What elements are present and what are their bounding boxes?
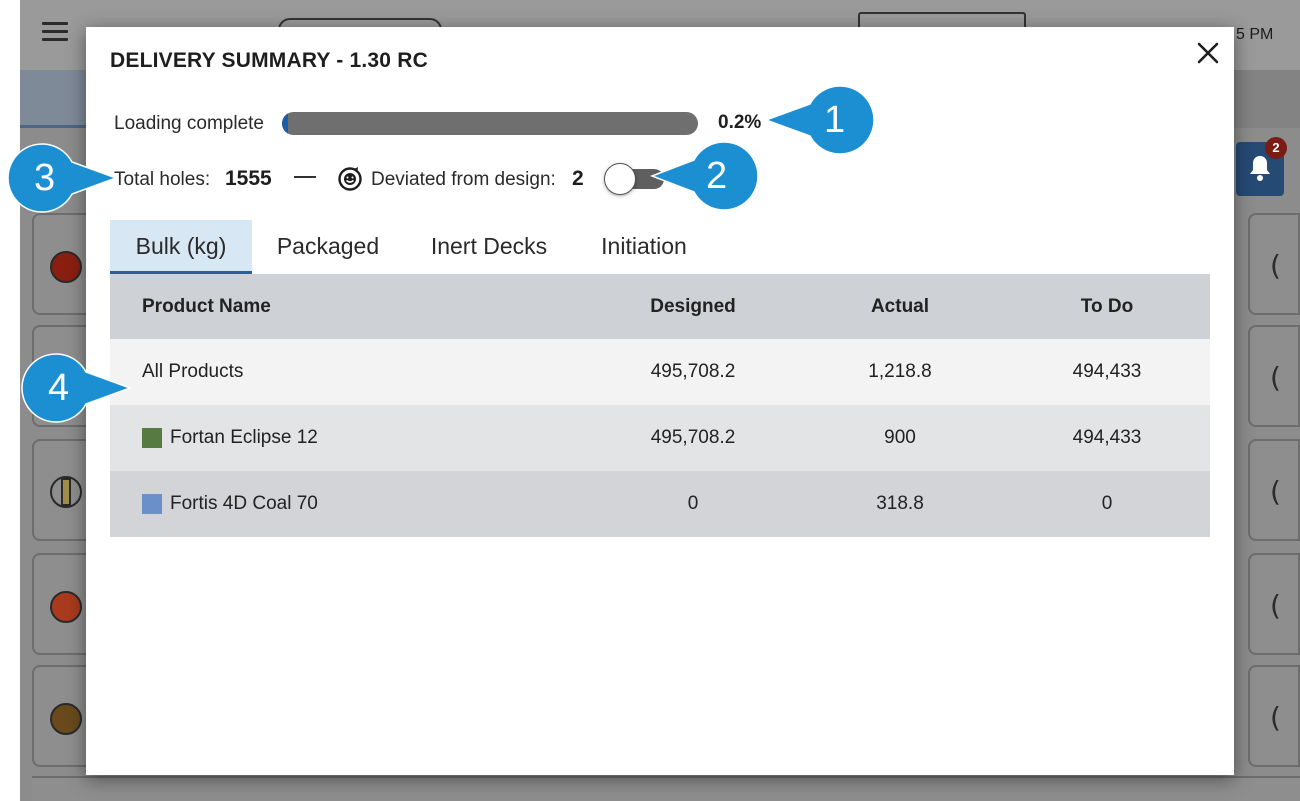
- clock-text: 5 PM: [1236, 26, 1274, 43]
- total-holes-label: Total holes:: [114, 169, 211, 190]
- app-subheader-tab[interactable]: [20, 70, 86, 128]
- table-row[interactable]: Fortan Eclipse 12 495,708.2 900 494,433: [110, 405, 1210, 471]
- designed-value: 495,708.2: [650, 427, 736, 448]
- callout-3: 3: [0, 142, 119, 214]
- product-color-swatch: [142, 494, 162, 514]
- deviation-icon: [338, 167, 362, 191]
- side-card[interactable]: (: [1248, 439, 1300, 541]
- callout-4: 4: [14, 352, 133, 424]
- product-name-cell: Fortan Eclipse 12: [142, 405, 318, 471]
- tab-packaged[interactable]: Packaged: [262, 220, 394, 274]
- chevron-left-icon: (: [1270, 475, 1281, 508]
- product-name-cell: Fortis 4D Coal 70: [142, 471, 318, 537]
- callout-number: 3: [34, 157, 56, 199]
- status-dot-icon: [50, 251, 82, 283]
- loading-percent: 0.2%: [718, 112, 762, 133]
- close-icon[interactable]: [1194, 39, 1222, 67]
- table-header: Product Name Designed Actual To Do: [110, 274, 1210, 339]
- tab-bulk[interactable]: Bulk (kg): [110, 220, 252, 274]
- column-header-designed[interactable]: Designed: [593, 274, 793, 339]
- shovel-icon: [50, 703, 82, 735]
- toggle-knob[interactable]: [604, 163, 636, 195]
- separator-dash: [294, 176, 316, 178]
- side-card[interactable]: (: [1248, 665, 1300, 767]
- product-name: All Products: [142, 361, 244, 382]
- chevron-left-icon: (: [1270, 361, 1281, 394]
- callout-bubble-icon: [21, 353, 133, 423]
- loading-label: Loading complete: [114, 113, 264, 134]
- callout-number: 2: [706, 155, 728, 197]
- callout-number: 1: [824, 99, 846, 141]
- drill-icon: [50, 591, 82, 623]
- designed-value: 495,708.2: [650, 361, 736, 382]
- deviated-value: 2: [572, 167, 584, 190]
- column-header-actual[interactable]: Actual: [800, 274, 1000, 339]
- designed-value: 0: [687, 493, 699, 514]
- to-do-value: 494,433: [1072, 427, 1142, 448]
- hamburger-menu-icon[interactable]: [42, 22, 68, 44]
- callout-bubble-icon: [7, 143, 119, 213]
- callout-bubble-icon: [763, 85, 875, 155]
- to-do-value: 0: [1101, 493, 1113, 514]
- table-row[interactable]: All Products 495,708.2 1,218.8 494,433: [110, 339, 1210, 405]
- total-holes-value: 1555: [225, 167, 272, 190]
- side-card[interactable]: (: [1248, 213, 1300, 315]
- notification-badge: 2: [1265, 137, 1287, 159]
- product-name: Fortan Eclipse 12: [170, 427, 318, 448]
- actual-value: 1,218.8: [868, 361, 932, 382]
- callout-1: 1: [763, 84, 882, 156]
- side-card[interactable]: (: [1248, 553, 1300, 655]
- bell-icon: [1250, 156, 1270, 181]
- chevron-left-icon: (: [1270, 701, 1281, 734]
- actual-value: 900: [884, 427, 916, 448]
- to-do-value: 494,433: [1072, 361, 1142, 382]
- loading-progress-fill: [282, 112, 288, 135]
- callout-number: 4: [48, 367, 70, 409]
- table-row[interactable]: Fortis 4D Coal 70 0 318.8 0: [110, 471, 1210, 537]
- side-card[interactable]: (: [1248, 325, 1300, 427]
- dialog-title: DELIVERY SUMMARY - 1.30 RC: [110, 49, 428, 72]
- column-header-product-name[interactable]: Product Name: [142, 274, 271, 339]
- chevron-left-icon: (: [1270, 589, 1281, 622]
- tab-inert-decks[interactable]: Inert Decks: [416, 220, 562, 274]
- chevron-left-icon: (: [1270, 249, 1281, 282]
- loading-progress-bar: [282, 112, 698, 135]
- column-header-to-do[interactable]: To Do: [1007, 274, 1207, 339]
- actual-value: 318.8: [876, 493, 924, 514]
- callout-2: 2: [649, 140, 764, 212]
- striped-hole-icon: [50, 476, 82, 508]
- product-color-swatch: [142, 428, 162, 448]
- product-name: Fortis 4D Coal 70: [170, 493, 318, 514]
- tab-initiation[interactable]: Initiation: [584, 220, 704, 274]
- deviated-label: Deviated from design:: [371, 169, 556, 190]
- bottom-panel: [32, 776, 1300, 801]
